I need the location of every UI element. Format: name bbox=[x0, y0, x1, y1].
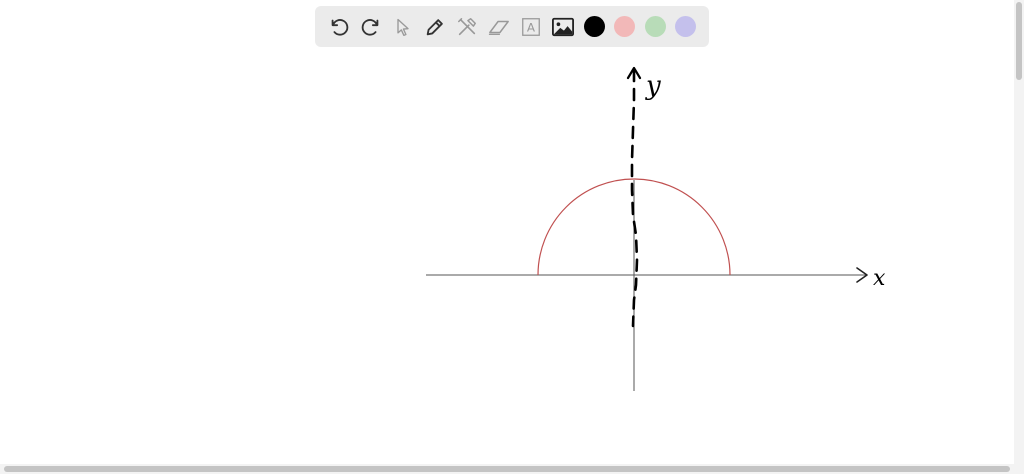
x-axis-label: x bbox=[873, 266, 886, 291]
tools-button[interactable] bbox=[451, 11, 483, 43]
text-button[interactable]: A bbox=[515, 11, 547, 43]
eraser-button[interactable] bbox=[483, 11, 515, 43]
tools-icon bbox=[458, 17, 476, 35]
vertical-scrollbar[interactable] bbox=[1014, 0, 1024, 464]
redo-button[interactable] bbox=[355, 11, 387, 43]
color-purple-button[interactable] bbox=[671, 11, 702, 43]
redo-icon bbox=[361, 18, 379, 36]
image-button[interactable] bbox=[547, 11, 579, 43]
drawing-canvas[interactable]: y x bbox=[0, 0, 1014, 464]
color-green-button[interactable] bbox=[640, 11, 671, 43]
whiteboard-app: y x A bbox=[0, 0, 1024, 474]
color-green-swatch bbox=[644, 16, 666, 37]
vertical-scrollbar-thumb[interactable] bbox=[1016, 2, 1022, 80]
eraser-icon bbox=[488, 20, 509, 35]
svg-text:A: A bbox=[527, 20, 536, 34]
color-black-swatch bbox=[583, 16, 605, 37]
drawing-toolbar: A bbox=[315, 6, 709, 47]
color-red-button[interactable] bbox=[610, 11, 641, 43]
color-black-button[interactable] bbox=[579, 11, 610, 43]
pointer-button[interactable] bbox=[387, 11, 419, 43]
color-purple-swatch bbox=[675, 16, 697, 37]
undo-button[interactable] bbox=[323, 11, 355, 43]
horizontal-scrollbar[interactable] bbox=[0, 464, 1024, 474]
image-icon bbox=[552, 17, 574, 36]
pointer-icon bbox=[397, 18, 409, 36]
undo-icon bbox=[331, 18, 349, 36]
y-axis-label: y bbox=[645, 71, 661, 101]
horizontal-scrollbar-thumb[interactable] bbox=[4, 466, 1010, 472]
text-icon: A bbox=[522, 17, 540, 36]
pencil-button[interactable] bbox=[419, 11, 451, 43]
pencil-icon bbox=[426, 18, 443, 35]
color-red-swatch bbox=[614, 16, 636, 37]
